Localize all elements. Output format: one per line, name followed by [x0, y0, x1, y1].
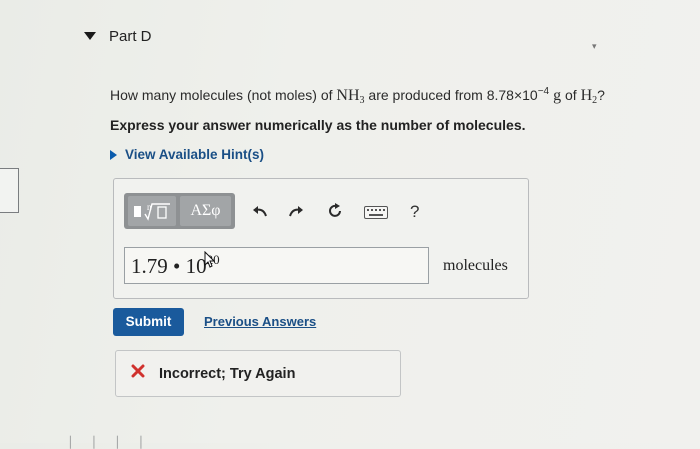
feedback-box: Incorrect; Try Again	[115, 350, 401, 397]
template-button[interactable]: n	[128, 196, 176, 226]
incorrect-x-icon	[131, 364, 145, 378]
answer-input[interactable]: 1.79 • 1020	[124, 247, 429, 284]
unit-grams: g	[549, 87, 562, 104]
greek-symbols-button[interactable]: ΑΣφ	[180, 196, 231, 226]
answer-panel: n ΑΣφ ? 1.79 • 1020 molecules	[113, 178, 529, 299]
units-label: molecules	[443, 257, 508, 274]
part-title: Part D	[109, 28, 152, 45]
instruction-text: Express your answer numerically as the n…	[110, 117, 526, 133]
question-exponent: −4	[537, 86, 550, 97]
hint-expand-arrow-icon[interactable]	[110, 150, 117, 160]
undo-icon[interactable]	[252, 204, 268, 218]
math-toolbar-group: n ΑΣφ	[124, 193, 235, 229]
hint-label[interactable]: View Available Hint(s)	[125, 147, 264, 162]
collapse-arrow-icon[interactable]	[84, 32, 96, 40]
question-of: of	[561, 87, 581, 103]
question-prefix: How many molecules (not moles) of	[110, 87, 337, 103]
keyboard-icon[interactable]	[364, 206, 388, 219]
question-middle: are produced from 8.78×10	[364, 87, 538, 103]
template-radical-icon: n	[134, 202, 170, 221]
help-icon[interactable]: ?	[410, 202, 419, 222]
question-end: ?	[597, 87, 605, 103]
left-frame-edge	[0, 168, 19, 213]
reset-icon[interactable]	[326, 202, 344, 220]
submit-button[interactable]: Submit	[113, 308, 184, 336]
small-caret-icon: ▾	[592, 41, 597, 51]
question-text: How many molecules (not moles) of NH3 ar…	[110, 86, 605, 106]
mouse-cursor-icon	[204, 251, 215, 268]
redo-icon[interactable]	[288, 204, 304, 218]
formula-h2: H2	[580, 87, 598, 106]
formula-nh3: NH3	[336, 87, 365, 106]
feedback-text: Incorrect; Try Again	[159, 366, 296, 382]
previous-answers-link[interactable]: Previous Answers	[204, 314, 316, 329]
